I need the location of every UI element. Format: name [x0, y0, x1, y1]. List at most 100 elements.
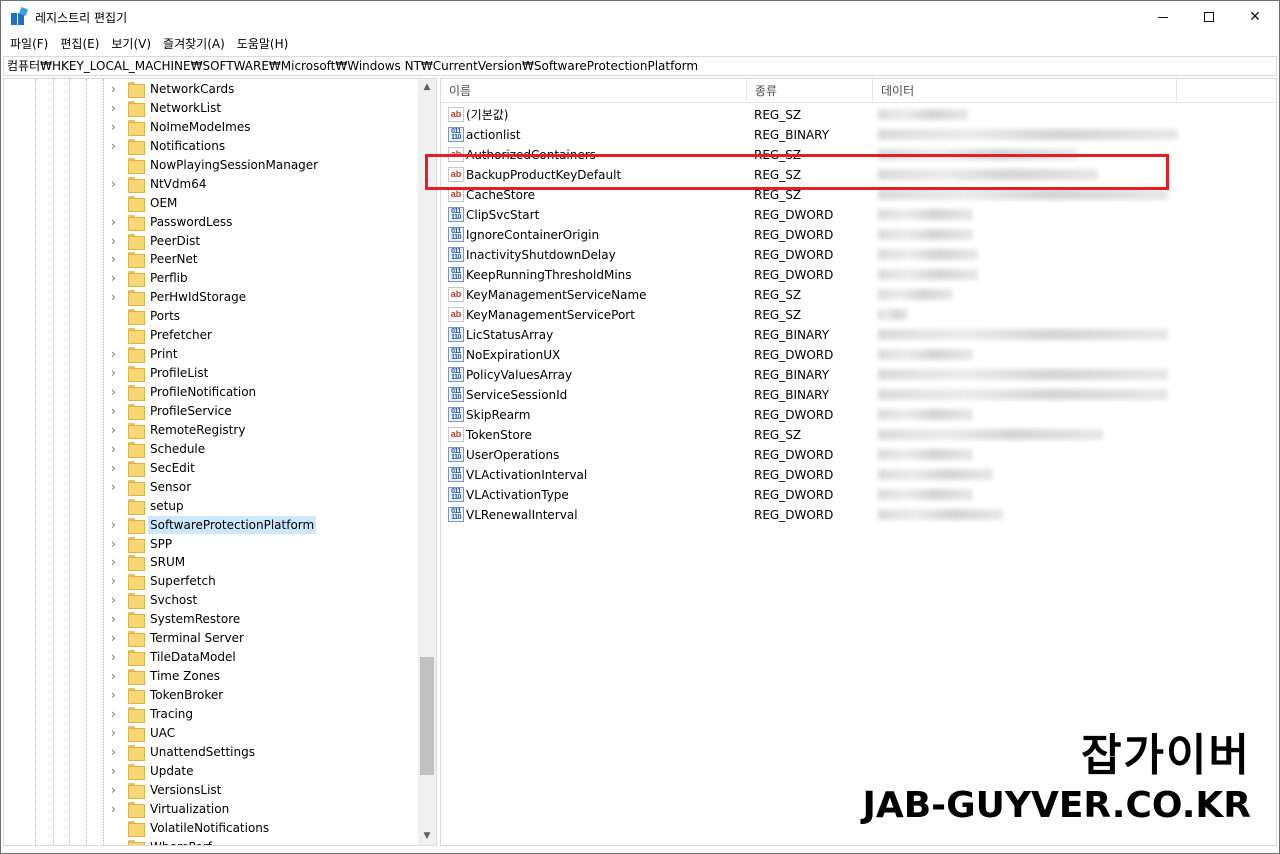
- expand-chevron-icon[interactable]: ›: [111, 176, 116, 193]
- value-row[interactable]: 011 110 UserOperations REG_DWORD: [441, 445, 1276, 465]
- tree-item[interactable]: › Terminal Server: [4, 629, 418, 648]
- tree-item[interactable]: NowPlayingSessionManager: [4, 156, 418, 175]
- expand-chevron-icon[interactable]: ›: [111, 706, 116, 723]
- column-name-header[interactable]: 이름: [441, 79, 747, 103]
- tree-item[interactable]: WbemPerf: [4, 838, 418, 845]
- expand-chevron-icon[interactable]: ›: [111, 100, 116, 117]
- menu-edit[interactable]: 편집(E): [54, 33, 105, 55]
- expand-chevron-icon[interactable]: ›: [111, 441, 116, 458]
- expand-chevron-icon[interactable]: ›: [111, 668, 116, 685]
- expand-chevron-icon[interactable]: ›: [111, 214, 116, 231]
- tree-item[interactable]: › PerHwIdStorage: [4, 288, 418, 307]
- value-row[interactable]: 011 110 IgnoreContainerOrigin REG_DWORD: [441, 225, 1276, 245]
- expand-chevron-icon[interactable]: ›: [111, 270, 116, 287]
- tree-item[interactable]: › Update: [4, 762, 418, 781]
- expand-chevron-icon[interactable]: ›: [111, 554, 116, 571]
- expand-chevron-icon[interactable]: ›: [111, 289, 116, 306]
- tree-item[interactable]: › VersionsList: [4, 781, 418, 800]
- minimize-button[interactable]: [1140, 1, 1186, 33]
- tree-item[interactable]: › NetworkList: [4, 99, 418, 118]
- value-row[interactable]: ab (기본값) REG_SZ: [441, 105, 1276, 125]
- expand-chevron-icon[interactable]: ›: [111, 138, 116, 155]
- tree-item[interactable]: › TileDataModel: [4, 648, 418, 667]
- tree-item[interactable]: › Print: [4, 345, 418, 364]
- expand-chevron-icon[interactable]: ›: [111, 365, 116, 382]
- expand-chevron-icon[interactable]: ›: [111, 346, 116, 363]
- expand-chevron-icon[interactable]: ›: [111, 725, 116, 742]
- value-row[interactable]: 011 110 NoExpirationUX REG_DWORD: [441, 345, 1276, 365]
- expand-chevron-icon[interactable]: ›: [111, 611, 116, 628]
- tree-item[interactable]: › Tracing: [4, 705, 418, 724]
- tree-item[interactable]: › ProfileService: [4, 402, 418, 421]
- menu-file[interactable]: 파일(F): [4, 33, 54, 55]
- tree-item[interactable]: › RemoteRegistry: [4, 421, 418, 440]
- expand-chevron-icon[interactable]: ›: [111, 744, 116, 761]
- expand-chevron-icon[interactable]: ›: [111, 422, 116, 439]
- title-bar[interactable]: 레지스트리 편집기 ✕: [1, 1, 1279, 33]
- expand-chevron-icon[interactable]: ›: [111, 233, 116, 250]
- value-row[interactable]: 011 110 ClipSvcStart REG_DWORD: [441, 205, 1276, 225]
- expand-chevron-icon[interactable]: ›: [111, 536, 116, 553]
- menu-help[interactable]: 도움말(H): [231, 33, 295, 55]
- menu-favorites[interactable]: 즐겨찾기(A): [157, 33, 231, 55]
- tree-item[interactable]: › Time Zones: [4, 667, 418, 686]
- value-row[interactable]: 011 110 InactivityShutdownDelay REG_DWORD: [441, 245, 1276, 265]
- expand-chevron-icon[interactable]: ›: [111, 687, 116, 704]
- tree-item[interactable]: › PasswordLess: [4, 213, 418, 232]
- expand-chevron-icon[interactable]: ›: [111, 763, 116, 780]
- tree-item[interactable]: › PeerNet: [4, 250, 418, 269]
- tree-item[interactable]: setup: [4, 497, 418, 516]
- menu-view[interactable]: 보기(V): [105, 33, 157, 55]
- tree-item[interactable]: › Notifications: [4, 137, 418, 156]
- expand-chevron-icon[interactable]: ›: [111, 782, 116, 799]
- expand-chevron-icon[interactable]: ›: [111, 573, 116, 590]
- value-row[interactable]: 011 110 VLActivationType REG_DWORD: [441, 485, 1276, 505]
- tree-item[interactable]: OEM: [4, 194, 418, 213]
- value-row[interactable]: ab KeyManagementServicePort REG_SZ: [441, 305, 1276, 325]
- tree-item[interactable]: Prefetcher: [4, 326, 418, 345]
- value-row[interactable]: 011 110 SkipRearm REG_DWORD: [441, 405, 1276, 425]
- tree-item[interactable]: › PeerDist: [4, 232, 418, 251]
- tree-item[interactable]: VolatileNotifications: [4, 819, 418, 838]
- tree-item[interactable]: Ports: [4, 307, 418, 326]
- scroll-down-icon[interactable]: ▼: [418, 828, 436, 845]
- expand-chevron-icon[interactable]: ›: [111, 517, 116, 534]
- expand-chevron-icon[interactable]: ›: [111, 649, 116, 666]
- tree-item[interactable]: › Schedule: [4, 440, 418, 459]
- tree-item[interactable]: › NetworkCards: [4, 80, 418, 99]
- value-row[interactable]: ab TokenStore REG_SZ: [441, 425, 1276, 445]
- expand-chevron-icon[interactable]: ›: [111, 384, 116, 401]
- expand-chevron-icon[interactable]: ›: [111, 81, 116, 98]
- value-row[interactable]: 011 110 ServiceSessionId REG_BINARY: [441, 385, 1276, 405]
- expand-chevron-icon[interactable]: ›: [111, 119, 116, 136]
- expand-chevron-icon[interactable]: ›: [111, 592, 116, 609]
- tree-scrollbar[interactable]: ▲ ▼: [418, 79, 436, 845]
- tree-item[interactable]: › SystemRestore: [4, 610, 418, 629]
- tree-item[interactable]: › SRUM: [4, 553, 418, 572]
- value-row[interactable]: ab KeyManagementServiceName REG_SZ: [441, 285, 1276, 305]
- value-row[interactable]: 011 110 actionlist REG_BINARY: [441, 125, 1276, 145]
- value-row[interactable]: 011 110 VLRenewalInterval REG_DWORD: [441, 505, 1276, 525]
- column-type-header[interactable]: 종류: [747, 79, 873, 103]
- expand-chevron-icon[interactable]: ›: [111, 479, 116, 496]
- tree-item[interactable]: › SPP: [4, 535, 418, 554]
- expand-chevron-icon[interactable]: ›: [111, 460, 116, 477]
- tree-item[interactable]: › SecEdit: [4, 459, 418, 478]
- tree-item[interactable]: › Superfetch: [4, 572, 418, 591]
- tree-item[interactable]: › ProfileList: [4, 364, 418, 383]
- value-row[interactable]: 011 110 PolicyValuesArray REG_BINARY: [441, 365, 1276, 385]
- expand-chevron-icon[interactable]: ›: [111, 801, 116, 818]
- tree-item[interactable]: › TokenBroker: [4, 686, 418, 705]
- scroll-thumb[interactable]: [420, 657, 434, 775]
- maximize-button[interactable]: [1186, 1, 1232, 33]
- value-row[interactable]: 011 110 VLActivationInterval REG_DWORD: [441, 465, 1276, 485]
- expand-chevron-icon[interactable]: ›: [111, 403, 116, 420]
- tree-item[interactable]: › ProfileNotification: [4, 383, 418, 402]
- tree-item[interactable]: › Perflib: [4, 269, 418, 288]
- address-bar[interactable]: 컴퓨터₩HKEY_LOCAL_MACHINE₩SOFTWARE₩Microsof…: [3, 56, 1277, 76]
- value-row[interactable]: 011 110 LicStatusArray REG_BINARY: [441, 325, 1276, 345]
- tree-item[interactable]: › Virtualization: [4, 800, 418, 819]
- tree-item[interactable]: › SoftwareProtectionPlatform: [4, 515, 418, 535]
- expand-chevron-icon[interactable]: ›: [111, 630, 116, 647]
- tree-item[interactable]: › NtVdm64: [4, 175, 418, 194]
